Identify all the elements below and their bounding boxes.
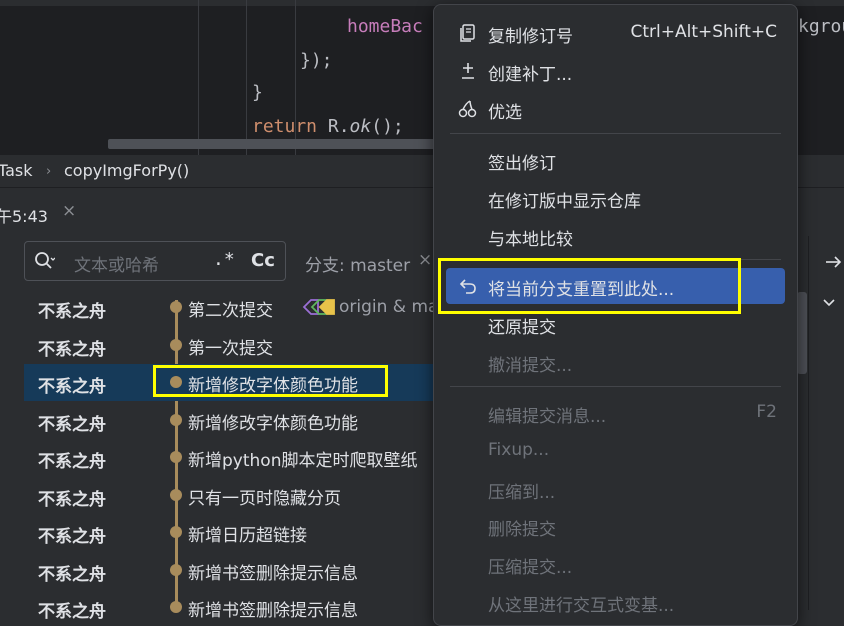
vertical-scrollbar[interactable] — [797, 292, 807, 374]
branch-filter[interactable]: 分支: master — [305, 251, 410, 276]
search-placeholder: 文本或哈希 — [74, 256, 159, 276]
menu-separator — [450, 386, 781, 387]
arrow-right-icon[interactable] — [824, 252, 844, 272]
tab-log-time[interactable]: 午5:43 — [0, 203, 48, 227]
search-input[interactable]: 文本或哈希 .* Cc — [24, 241, 286, 281]
menu-item-cherry-pick[interactable]: 优选 — [434, 91, 797, 127]
breadcrumb-item-method[interactable]: copyImgForPy() — [64, 161, 189, 180]
commit-message: 新增日历超链接 — [188, 526, 307, 546]
commit-message: 新增书签删除提示信息 — [188, 601, 358, 621]
menu-item-squash-commits: 压缩提交... — [488, 558, 573, 578]
commit-message: 新增修改字体颜色功能 — [188, 414, 358, 434]
menu-item-drop-commit: 删除提交 — [488, 520, 556, 540]
menu-item-show-repo-at-revision[interactable]: 在修订版中显示仓库 — [434, 180, 797, 216]
commit-author: 不系之舟 — [38, 452, 106, 472]
commit-row[interactable]: 不系之舟 第一次提交 — [24, 327, 444, 364]
chevron-down-icon[interactable] — [821, 295, 837, 311]
breadcrumb-item-class[interactable]: Task — [0, 161, 33, 180]
cherry-pick-icon — [458, 100, 477, 118]
horizontal-scrollbar[interactable] — [108, 139, 438, 149]
menu-item-checkout-revision[interactable]: 签出修订 — [434, 142, 797, 178]
commit-author: 不系之舟 — [38, 565, 106, 585]
commit-node — [170, 301, 182, 313]
menu-item-interactive-rebase: 从这里进行交互式变基... — [488, 596, 675, 616]
annotation-highlight-menu-item — [438, 258, 741, 314]
commit-message: 新增书签删除提示信息 — [188, 564, 358, 584]
annotation-highlight-commit — [153, 365, 388, 397]
menu-item-undo-commit: 撤消提交... — [488, 356, 573, 376]
code-line-overflow: kgrou — [798, 16, 844, 37]
tag-icon — [302, 299, 335, 315]
menu-item-compare-with-local[interactable]: 与本地比较 — [434, 218, 797, 254]
code-line: homeBac — [347, 16, 423, 37]
commit-node — [170, 526, 182, 538]
commit-node — [170, 489, 182, 501]
commit-row[interactable]: 不系之舟 新增书签删除提示信息 — [24, 589, 444, 626]
commit-author: 不系之舟 — [38, 527, 106, 547]
commit-row[interactable]: 不系之舟 新增修改字体颜色功能 — [24, 402, 444, 439]
commit-message: 第二次提交 — [188, 301, 273, 321]
commit-node — [170, 339, 182, 351]
commit-message: 第一次提交 — [188, 339, 273, 359]
breadcrumb-separator: › — [46, 164, 52, 179]
commit-author: 不系之舟 — [38, 415, 106, 435]
commit-node — [170, 414, 182, 426]
branch-filter-clear-icon[interactable]: × — [418, 250, 432, 270]
branch-ref-label: origin & ma — [339, 297, 439, 317]
commit-row[interactable]: 不系之舟 新增书签删除提示信息 — [24, 552, 444, 589]
commit-node — [170, 564, 182, 576]
right-tool-strip — [808, 236, 844, 610]
menu-separator — [450, 133, 781, 134]
commit-node — [170, 451, 182, 463]
commit-author: 不系之舟 — [38, 302, 106, 322]
code-line: return R.ok(); — [252, 116, 404, 137]
commit-message: 只有一页时隐藏分页 — [188, 489, 341, 509]
menu-item-edit-commit-message: 编辑提交消息... F2 — [488, 402, 777, 427]
patch-icon — [462, 63, 474, 79]
commit-message: 新增python脚本定时爬取壁纸 — [188, 451, 418, 471]
commit-author: 不系之舟 — [38, 377, 106, 397]
code-line: } — [252, 82, 263, 103]
commit-author: 不系之舟 — [38, 490, 106, 510]
search-icon[interactable] — [33, 250, 55, 272]
copy-icon — [460, 24, 475, 42]
commit-author: 不系之舟 — [38, 340, 106, 360]
regex-toggle-button[interactable]: .* — [213, 249, 235, 270]
commit-row[interactable]: 不系之舟 只有一页时隐藏分页 — [24, 477, 444, 514]
menu-item-fixup: Fixup... — [488, 440, 550, 460]
commit-row[interactable]: 不系之舟 新增python脚本定时爬取壁纸 — [24, 439, 444, 476]
commit-row[interactable]: 不系之舟 新增日历超链接 — [24, 514, 444, 551]
commit-node — [170, 601, 182, 613]
indent-guide — [246, 0, 247, 155]
context-menu: 复制修订号 Ctrl+Alt+Shift+C 创建补丁... 优选 签出修订 在… — [433, 4, 798, 626]
menu-item-squash-into: 压缩到... — [488, 483, 556, 503]
menu-item-copy-revision[interactable]: 复制修订号 Ctrl+Alt+Shift+C — [434, 15, 797, 51]
menu-item-create-patch[interactable]: 创建补丁... — [434, 53, 797, 89]
tab-close-icon[interactable]: × — [62, 201, 76, 221]
indent-guide — [198, 0, 199, 155]
match-case-button[interactable]: Cc — [251, 250, 275, 271]
code-line: }); — [300, 50, 333, 71]
